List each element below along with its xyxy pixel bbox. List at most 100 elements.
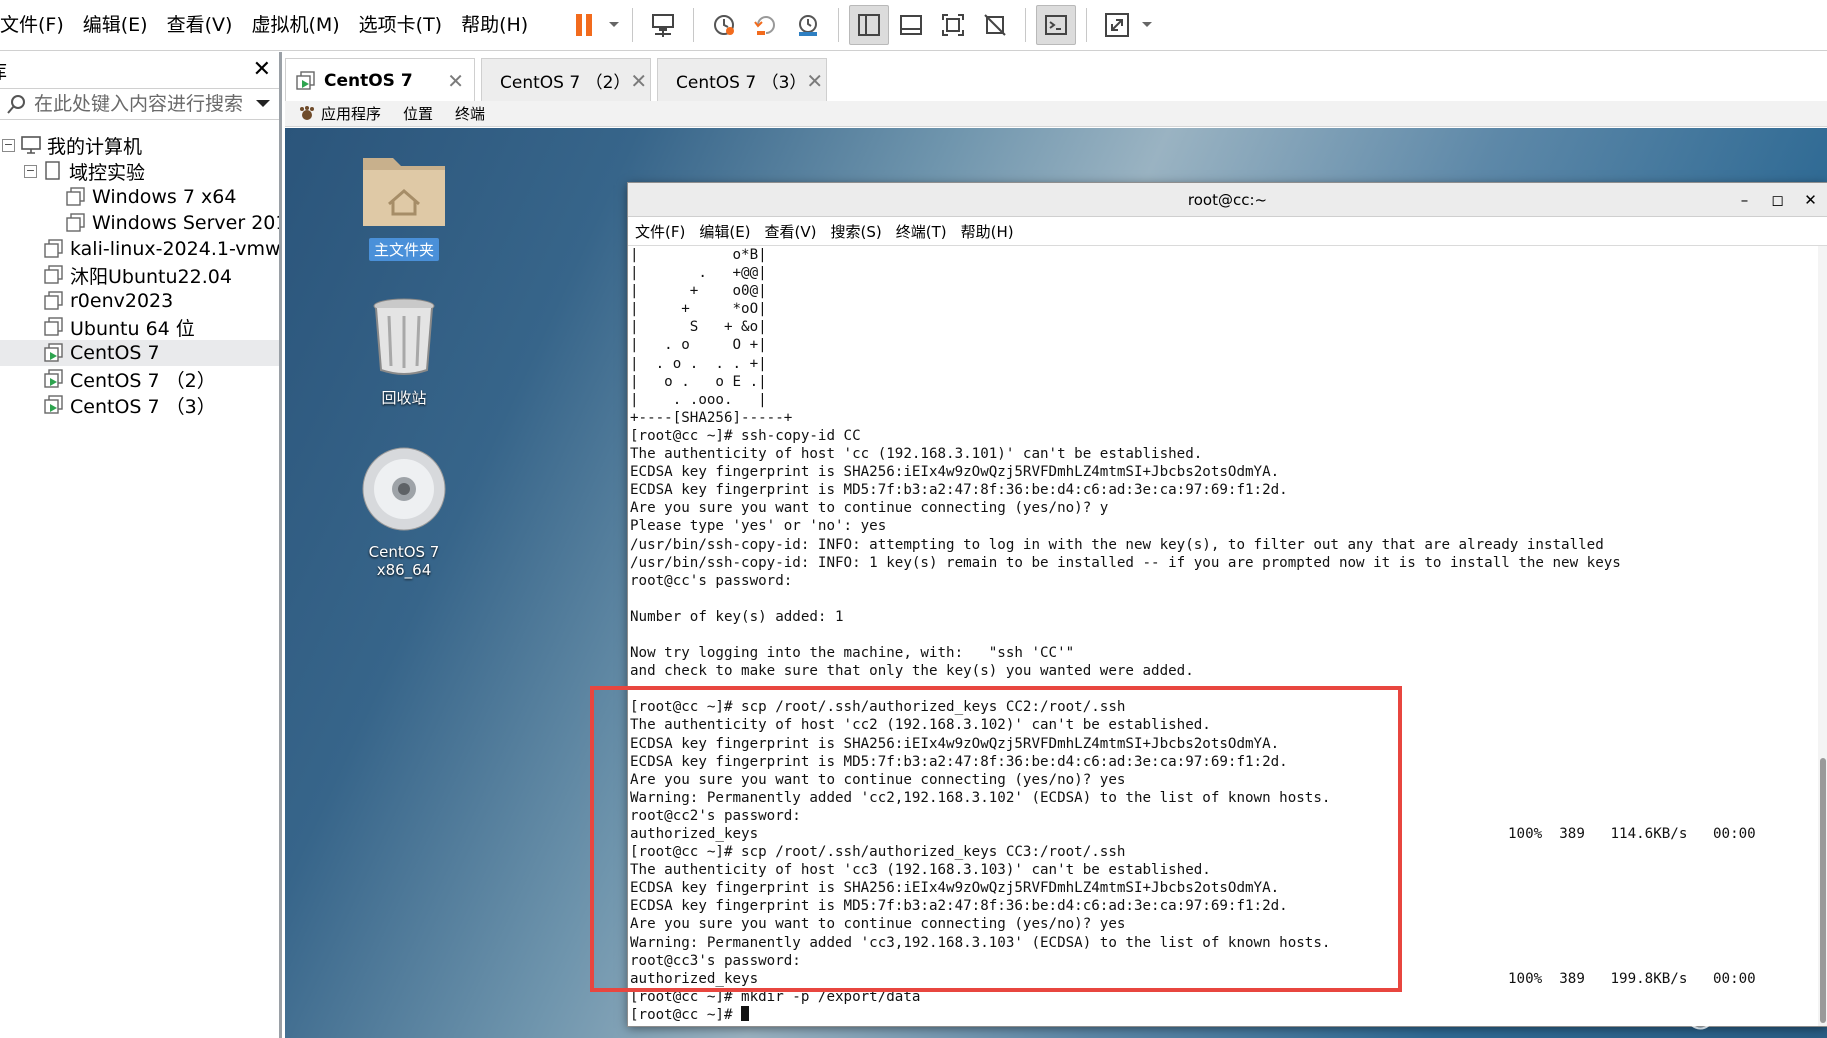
terminal-menu-item[interactable]: 文件(F) xyxy=(635,221,685,242)
terminal-menu-item[interactable]: 编辑(E) xyxy=(699,221,750,242)
tree-item[interactable]: kali-linux-2024.1-vmwa xyxy=(0,236,279,262)
desktop-icon-home[interactable]: 主文件夹 xyxy=(344,148,464,261)
menu-item[interactable]: 选项卡(T) xyxy=(357,0,453,51)
collapse-icon[interactable]: − xyxy=(2,138,15,152)
tree-item-label: CentOS 7 （3） xyxy=(70,395,216,418)
terminal-line: ECDSA key fingerprint is MD5:7f:b3:a2:47… xyxy=(630,481,1827,499)
terminal-line-text: | S + &o| xyxy=(630,319,767,336)
minimize-button[interactable]: – xyxy=(1728,191,1761,209)
terminal-window[interactable]: root@cc:~ – ◻ ✕ 文件(F) 编辑(E) 查看(V) 搜索(S) 终端(T… xyxy=(628,183,1827,1026)
terminal-line-text: Are you sure you want to continue connec… xyxy=(630,916,1126,933)
search-input[interactable] xyxy=(34,93,254,115)
console-view-icon[interactable] xyxy=(891,5,931,45)
tree-item[interactable]: − 我的计算机 xyxy=(0,132,279,158)
desktop-icon-dvd[interactable]: CentOS 7 x86_64 xyxy=(344,446,464,580)
vm-icon xyxy=(66,213,85,232)
tree-item[interactable]: 沐阳Ubuntu22.04 xyxy=(0,262,279,288)
tab-vm[interactable]: CentOS 7 ✕ xyxy=(285,58,475,102)
terminal-output[interactable]: | o*B| | . +@@| | + o0@| | + *oO| | S + &o| |… xyxy=(628,246,1827,1026)
tree-item[interactable]: CentOS 7 xyxy=(0,340,279,366)
unity-icon[interactable] xyxy=(975,5,1015,45)
vm-icon xyxy=(44,317,63,336)
close-icon[interactable]: ✕ xyxy=(447,69,464,93)
tree-item[interactable]: CentOS 7 （2） xyxy=(0,366,279,392)
terminal-line-text: ECDSA key fingerprint is SHA256:iEIx4w9z… xyxy=(630,735,1280,752)
terminal-line-text: [root@cc ~]# xyxy=(630,1006,742,1023)
maximize-button[interactable]: ◻ xyxy=(1761,191,1794,209)
tab-vm[interactable]: CentOS 7 （3） ✕ xyxy=(657,58,827,102)
terminal-line-text: [root@cc ~]# scp /root/.ssh/authorized_k… xyxy=(630,844,1126,861)
window-controls: – ◻ ✕ xyxy=(1728,183,1827,217)
applications-menu[interactable]: 应用程序 xyxy=(299,103,381,124)
menu-item[interactable]: 编辑(E) xyxy=(81,0,159,51)
terminal-app-menu[interactable]: 终端 xyxy=(455,103,485,124)
tree-item-label: kali-linux-2024.1-vmwa xyxy=(70,238,279,260)
menu-item[interactable]: 查看(V) xyxy=(165,0,244,51)
tree-item-label: Windows Server 201 xyxy=(92,212,279,234)
tree-item[interactable]: Windows Server 201 xyxy=(0,210,279,236)
tree-item[interactable]: Windows 7 x64 xyxy=(0,184,279,210)
terminal-line-text: and check to make sure that only the key… xyxy=(630,663,1194,680)
terminal-line: ECDSA key fingerprint is MD5:7f:b3:a2:47… xyxy=(630,753,1827,771)
library-panel: 库 ✕ −我的计算机−域控实验Windows 7 x64Windows Serv… xyxy=(0,52,282,1038)
terminal-titlebar[interactable]: root@cc:~ – ◻ ✕ xyxy=(628,183,1827,217)
pause-icon[interactable] xyxy=(564,5,604,45)
send-keys-icon[interactable] xyxy=(643,5,683,45)
menu-item[interactable]: 虚拟机(M) xyxy=(249,0,350,51)
tree-item[interactable]: CentOS 7 （3） xyxy=(0,392,279,418)
menu-item[interactable]: 帮助(H) xyxy=(459,0,539,51)
terminal-line: Are you sure you want to continue connec… xyxy=(630,915,1827,933)
terminal-line-text: | . o O +| xyxy=(630,337,767,354)
terminal-menu-item[interactable]: 帮助(H) xyxy=(961,221,1014,242)
toolbar-icons xyxy=(563,0,1156,51)
library-view-icon[interactable] xyxy=(849,5,890,45)
close-button[interactable]: ✕ xyxy=(1794,191,1827,209)
toolbar-divider xyxy=(632,8,634,42)
toolbar-divider xyxy=(1086,8,1088,42)
vm-running-icon xyxy=(44,343,63,362)
toolbar-divider xyxy=(1025,8,1027,42)
toolbar-divider xyxy=(838,8,840,42)
close-icon[interactable]: ✕ xyxy=(806,69,823,93)
snapshot-manager-icon[interactable] xyxy=(788,5,828,45)
close-icon[interactable]: ✕ xyxy=(253,59,271,81)
stretch-icon[interactable] xyxy=(1097,5,1137,45)
terminal-line: ECDSA key fingerprint is SHA256:iEIx4w9z… xyxy=(630,463,1827,481)
tree-item[interactable]: r0env2023 xyxy=(0,288,279,314)
tree-item[interactable]: − 域控实验 xyxy=(0,158,279,184)
chevron-down-icon[interactable] xyxy=(255,99,271,109)
chevron-down-icon[interactable] xyxy=(605,5,623,45)
terminal-line: Are you sure you want to continue connec… xyxy=(630,771,1827,789)
tab-vm[interactable]: CentOS 7 （2） ✕ xyxy=(481,58,651,102)
revert-snapshot-icon[interactable] xyxy=(746,5,786,45)
desktop-icon-trash[interactable]: 回收站 xyxy=(344,296,464,409)
terminal-menu-item[interactable]: 查看(V) xyxy=(765,221,817,242)
tree-item-label: CentOS 7 （2） xyxy=(70,369,216,392)
terminal-line-text: [root@cc ~]# ssh-copy-id CC xyxy=(630,427,861,444)
tree-item-label: 我的计算机 xyxy=(47,135,143,158)
tree-item-label: Ubuntu 64 位 xyxy=(70,317,195,340)
terminal-line-text: /usr/bin/ssh-copy-id: INFO: 1 key(s) rem… xyxy=(630,554,1621,571)
terminal-line: The authenticity of host 'cc (192.168.3.… xyxy=(630,445,1827,463)
terminal-icon[interactable] xyxy=(1036,5,1077,45)
places-menu[interactable]: 位置 xyxy=(403,103,433,124)
terminal-line: authorized_keys 100% 389 114.6KB/s 00:00 xyxy=(630,825,1827,843)
fullscreen-icon[interactable] xyxy=(933,5,973,45)
snapshot-icon[interactable] xyxy=(704,5,744,45)
collapse-icon[interactable]: − xyxy=(24,164,37,178)
close-icon[interactable]: ✕ xyxy=(630,69,647,93)
terminal-line-text: root@cc's password: xyxy=(630,572,793,589)
terminal-scrollbar[interactable] xyxy=(1818,246,1827,1026)
tree-item[interactable]: Ubuntu 64 位 xyxy=(0,314,279,340)
scrollbar-thumb[interactable] xyxy=(1820,758,1826,1023)
vm-icon xyxy=(44,291,63,310)
search-icon xyxy=(7,95,25,114)
chevron-down-icon[interactable] xyxy=(1138,5,1156,45)
terminal-line-text: ECDSA key fingerprint is MD5:7f:b3:a2:47… xyxy=(630,898,1288,915)
app-toolbar: 文件(F) 编辑(E) 查看(V) 虚拟机(M) 选项卡(T) 帮助(H) xyxy=(0,0,1827,51)
menu-item[interactable]: 文件(F) xyxy=(0,0,75,51)
terminal-line-text: ECDSA key fingerprint is MD5:7f:b3:a2:47… xyxy=(630,482,1288,499)
terminal-menu-item[interactable]: 终端(T) xyxy=(896,221,947,242)
terminal-menu-item[interactable]: 搜索(S) xyxy=(831,221,882,242)
